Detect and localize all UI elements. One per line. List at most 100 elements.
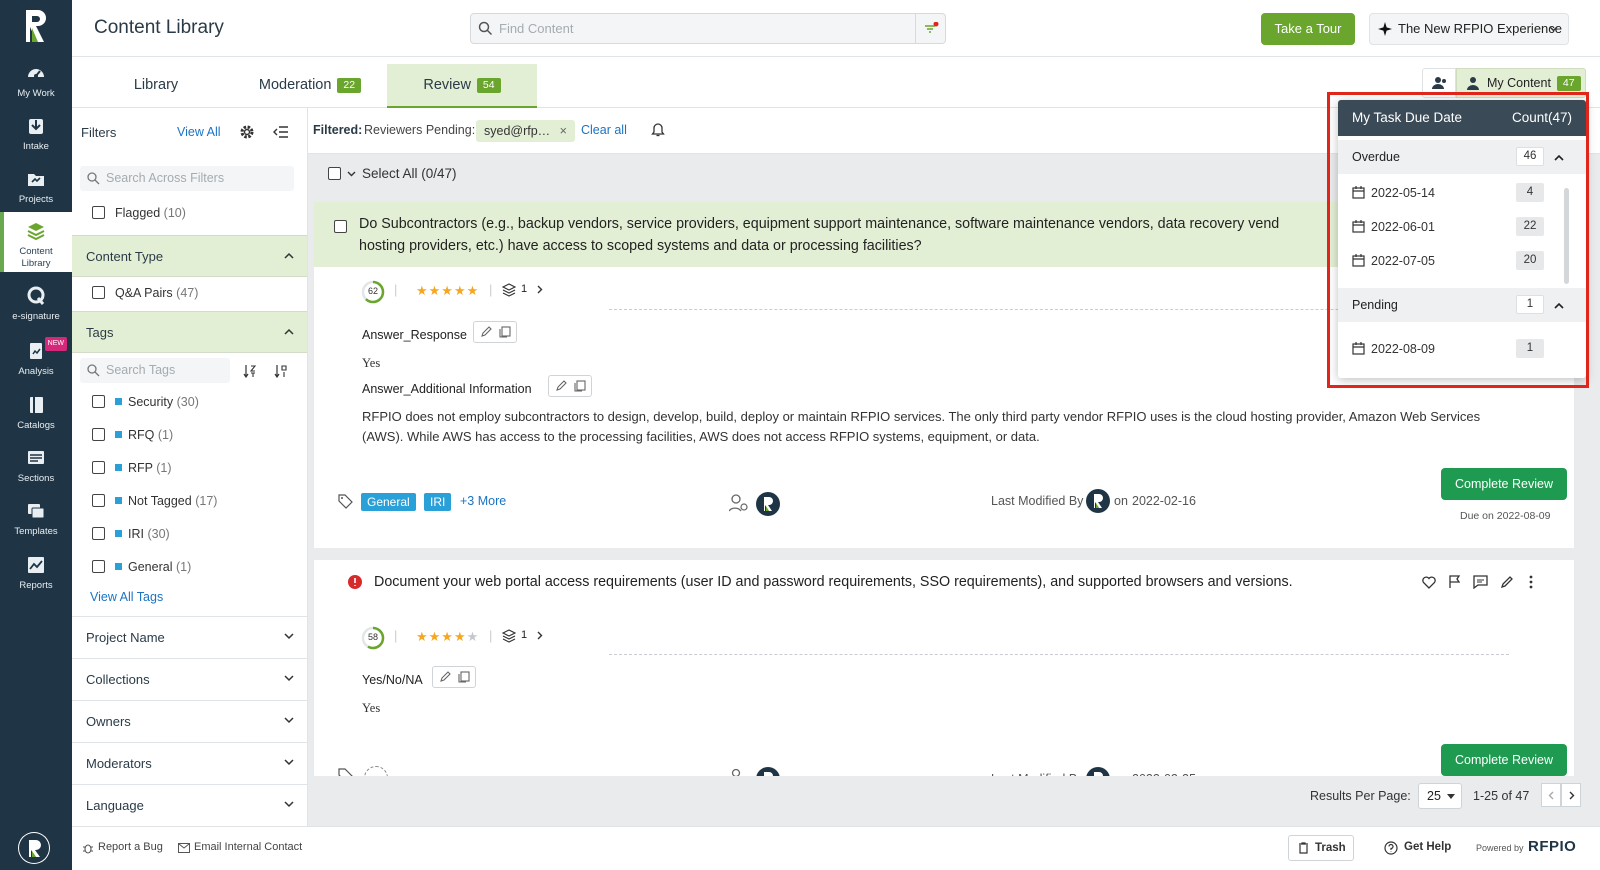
get-help-link[interactable]: Get Help xyxy=(1404,841,1451,853)
heart-icon[interactable] xyxy=(1422,576,1436,589)
tab-moderation[interactable]: Moderation 22 xyxy=(240,64,380,108)
advanced-filter-button[interactable] xyxy=(916,13,946,44)
trash-button[interactable]: Trash xyxy=(1288,835,1354,861)
page-title: Content Library xyxy=(94,17,224,38)
nav-intake[interactable]: Intake xyxy=(0,115,72,159)
due-date-label: Due on 2022-08-09 xyxy=(1460,510,1551,522)
filters-view-all-link[interactable]: View All xyxy=(177,125,221,139)
pencil-icon[interactable] xyxy=(555,380,567,392)
nav-analysis[interactable]: NEW Analysis xyxy=(0,337,72,384)
copy-icon[interactable] xyxy=(574,380,586,392)
last-modified-label: Last Modified By xyxy=(991,494,1084,508)
report-bug-link[interactable]: Report a Bug xyxy=(98,841,163,853)
last-modified-date: 2022-02-16 xyxy=(1132,494,1196,508)
complete-review-button[interactable]: Complete Review xyxy=(1441,744,1567,776)
collapse-panel-icon[interactable] xyxy=(273,125,289,139)
sort-numeric-icon[interactable] xyxy=(274,364,288,378)
new-experience-button[interactable]: The New RFPIO Experience xyxy=(1369,13,1569,45)
next-page-button[interactable] xyxy=(1561,783,1581,807)
sort-alpha-icon[interactable] xyxy=(243,364,257,378)
clear-all-link[interactable]: Clear all xyxy=(581,123,627,137)
nav-content-library[interactable]: Content Library xyxy=(0,212,72,272)
checkbox[interactable] xyxy=(92,461,105,474)
bottom-logo[interactable] xyxy=(18,832,50,864)
moderators-section-header[interactable]: Moderators xyxy=(72,742,307,784)
checkbox[interactable] xyxy=(92,527,105,540)
per-page-select[interactable]: 25 xyxy=(1418,783,1462,809)
prev-page-button[interactable] xyxy=(1541,783,1561,807)
checkbox[interactable] xyxy=(92,395,105,408)
view-all-tags-link[interactable]: View All Tags xyxy=(90,590,163,604)
sections-icon xyxy=(25,447,47,469)
checkbox[interactable] xyxy=(92,428,105,441)
tags-section-header[interactable]: Tags xyxy=(72,311,307,353)
chevron-right-icon[interactable] xyxy=(537,631,543,640)
complete-review-button[interactable]: Complete Review xyxy=(1441,468,1567,500)
nav-reports[interactable]: Reports xyxy=(0,554,72,598)
flag-icon[interactable] xyxy=(1448,575,1461,589)
pencil-icon[interactable] xyxy=(439,671,451,683)
owners-section-header[interactable]: Owners xyxy=(72,700,307,742)
e-signature-icon xyxy=(25,285,47,307)
nav-my-work[interactable]: My Work xyxy=(0,62,72,106)
email-contact-link[interactable]: Email Internal Contact xyxy=(194,841,302,853)
tag-pill[interactable]: IRI xyxy=(424,493,452,511)
checkbox[interactable] xyxy=(92,206,105,219)
filter-flagged[interactable]: Flagged (10) xyxy=(92,204,186,222)
language-section-header[interactable]: Language xyxy=(72,784,307,826)
nav-projects[interactable]: Projects xyxy=(0,168,72,212)
checkbox[interactable] xyxy=(328,167,341,180)
checkbox[interactable] xyxy=(92,560,105,573)
tag-rfq[interactable]: RFQ (1) xyxy=(92,426,173,444)
take-a-tour-button[interactable]: Take a Tour xyxy=(1261,13,1355,45)
tag-security[interactable]: Security (30) xyxy=(92,393,199,411)
tag-pill[interactable]: General xyxy=(361,493,416,511)
copy-icon[interactable] xyxy=(499,326,511,338)
search-input[interactable] xyxy=(499,21,899,36)
chevron-down-icon[interactable] xyxy=(347,171,356,177)
response-label: Answer_Response xyxy=(362,328,467,342)
chevron-right-icon[interactable] xyxy=(537,285,543,294)
copy-icon[interactable] xyxy=(458,671,470,683)
response-actions xyxy=(473,321,517,343)
tag-rfp[interactable]: RFP (1) xyxy=(92,459,172,477)
tags-search-input[interactable]: Search Tags xyxy=(80,358,230,383)
chevron-down-icon xyxy=(284,759,294,766)
gear-icon[interactable] xyxy=(239,124,255,140)
response-label: Answer_Additional Information xyxy=(362,382,532,396)
remove-chip-icon[interactable]: × xyxy=(560,124,567,138)
nav-templates[interactable]: Templates xyxy=(0,500,72,544)
nav-catalogs[interactable]: Catalogs xyxy=(0,394,72,438)
chevron-left-icon xyxy=(1548,791,1554,800)
card-checkbox[interactable] xyxy=(334,220,347,233)
response-value: RFPIO does not employ subcontractors to … xyxy=(362,409,1481,444)
nav-sections[interactable]: Sections xyxy=(0,447,72,491)
tab-library[interactable]: Library xyxy=(92,64,220,108)
more-tags-link[interactable]: +3 More xyxy=(460,494,506,508)
bell-icon[interactable] xyxy=(651,121,665,137)
nav-e-signature[interactable]: e-signature xyxy=(0,285,72,329)
more-options-icon[interactable] xyxy=(1529,575,1533,589)
separator: | xyxy=(489,628,493,643)
content-type-section-header[interactable]: Content Type xyxy=(72,235,307,277)
chevron-down-icon xyxy=(284,717,294,724)
user-settings-icon[interactable] xyxy=(729,494,749,512)
tag-not-tagged[interactable]: Not Tagged (17) xyxy=(92,492,217,510)
pencil-icon[interactable] xyxy=(480,326,492,338)
results-per-page-label: Results Per Page: xyxy=(1310,789,1411,803)
filters-search-input[interactable]: Search Across Filters xyxy=(80,166,294,191)
filters-panel: Filters View All Search Across Filters F… xyxy=(72,108,308,826)
checkbox[interactable] xyxy=(92,494,105,507)
tag-iri[interactable]: IRI (30) xyxy=(92,525,170,543)
collections-section-header[interactable]: Collections xyxy=(72,658,307,700)
tab-review[interactable]: Review 54 xyxy=(387,64,537,108)
owner-avatar[interactable] xyxy=(756,492,780,516)
comment-icon[interactable] xyxy=(1473,575,1488,589)
checkbox[interactable] xyxy=(92,286,105,299)
select-all-control[interactable]: Select All (0/47) xyxy=(328,166,457,181)
project-name-section-header[interactable]: Project Name xyxy=(72,616,307,658)
rfpio-logo[interactable] xyxy=(22,8,50,44)
tag-general[interactable]: General (1) xyxy=(92,558,191,576)
pencil-icon[interactable] xyxy=(1500,575,1514,589)
filter-qa-pairs[interactable]: Q&A Pairs (47) xyxy=(92,284,198,302)
